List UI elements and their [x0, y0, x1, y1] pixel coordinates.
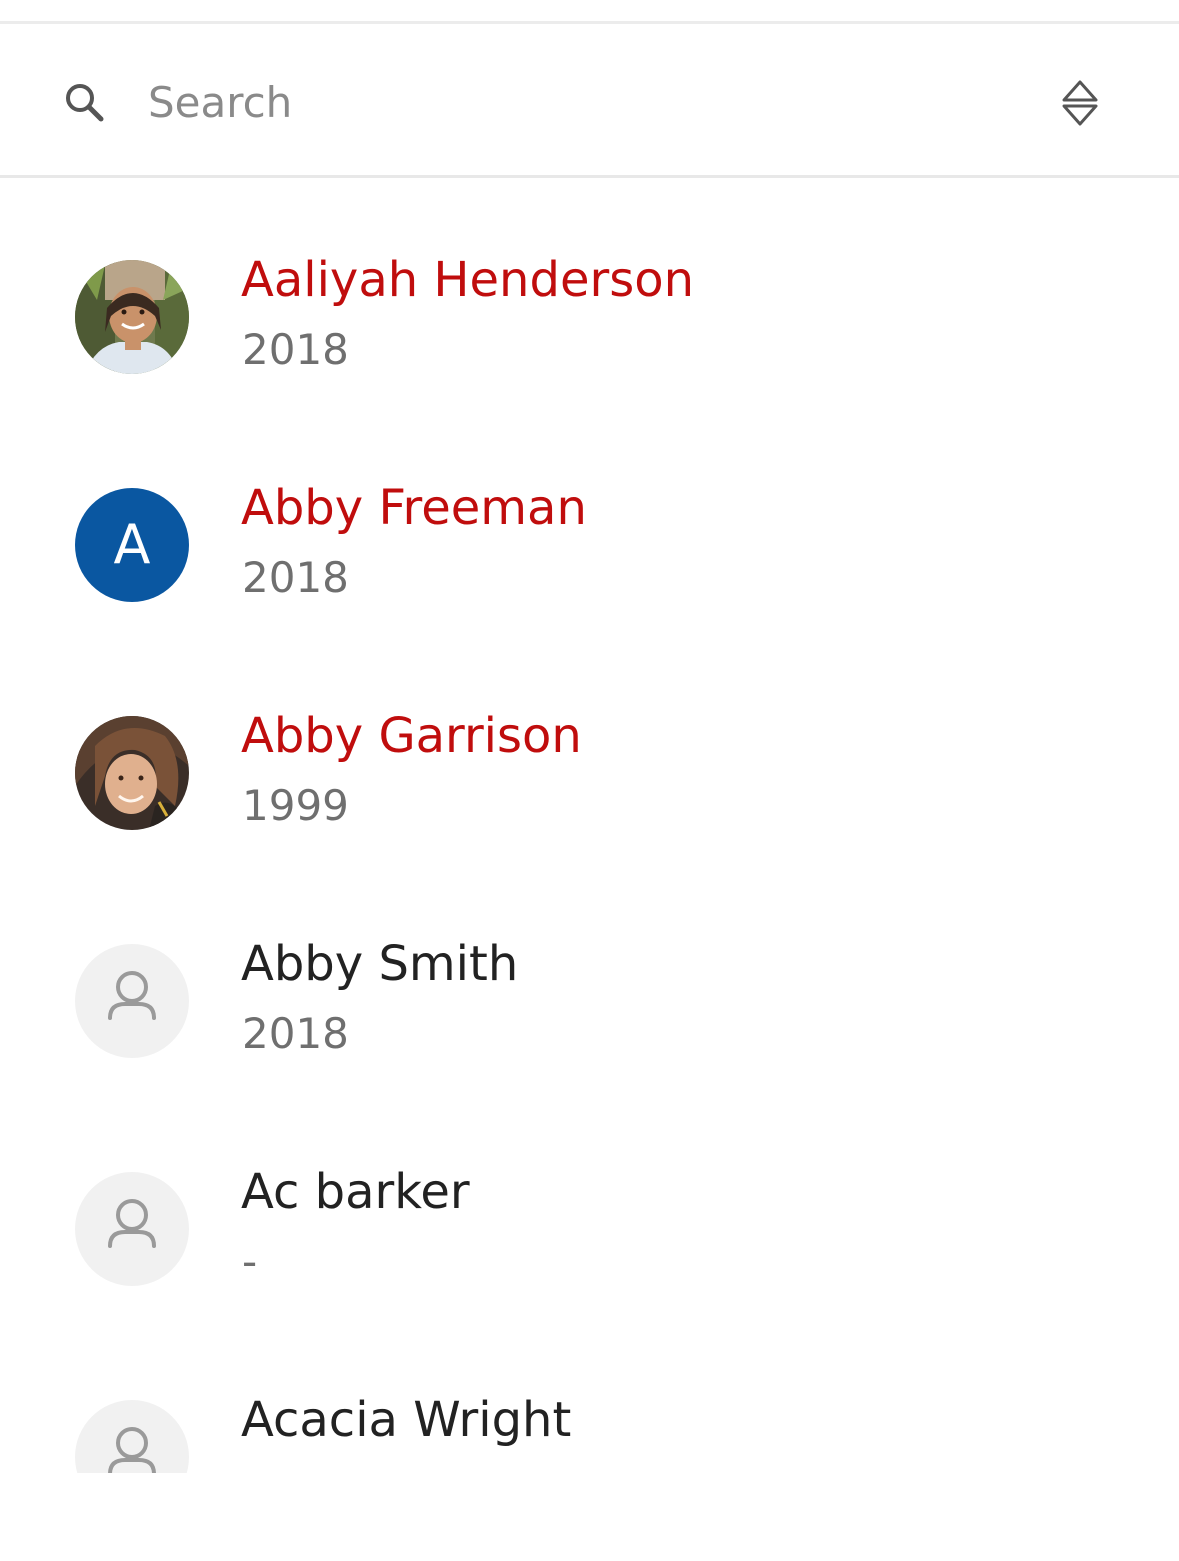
- person-icon: [108, 1199, 156, 1248]
- person-icon: [108, 971, 156, 1020]
- search-icon: [66, 84, 104, 122]
- avatar-placeholder: [75, 944, 189, 1058]
- contact-row[interactable]: Acacia Wright: [0, 1318, 1179, 1473]
- contact-name: Aaliyah Henderson: [241, 252, 694, 308]
- contact-year: 2018: [242, 1009, 349, 1058]
- person-icon: [108, 1427, 156, 1473]
- contact-row[interactable]: Ac barker -: [0, 1090, 1179, 1318]
- contact-list: Aaliyah Henderson 2018 A Abby Freeman 20…: [0, 178, 1179, 1473]
- contact-name: Abby Smith: [241, 936, 519, 992]
- contact-year: -: [242, 1237, 258, 1286]
- contact-row[interactable]: Aaliyah Henderson 2018: [0, 178, 1179, 406]
- search-input[interactable]: [148, 68, 1008, 136]
- search-bar: [0, 24, 1179, 178]
- top-divider: [0, 0, 1179, 24]
- avatar-placeholder: [75, 1400, 189, 1473]
- avatar-placeholder: [75, 1172, 189, 1286]
- contact-year: 2018: [242, 553, 349, 602]
- avatar-photo: [75, 716, 189, 830]
- contact-row[interactable]: Abby Smith 2018: [0, 862, 1179, 1090]
- avatar-initial: A: [75, 488, 189, 602]
- contact-name: Abby Garrison: [241, 708, 582, 764]
- contact-year: 1999: [242, 781, 349, 830]
- avatar-photo: [75, 260, 189, 374]
- contact-year: 2018: [242, 325, 349, 374]
- contact-name: Abby Freeman: [241, 480, 587, 536]
- sort-icon[interactable]: [1058, 78, 1102, 128]
- contact-row[interactable]: A Abby Freeman 2018: [0, 406, 1179, 634]
- contact-name: Acacia Wright: [241, 1392, 572, 1448]
- contact-row[interactable]: Abby Garrison 1999: [0, 634, 1179, 862]
- contact-name: Ac barker: [241, 1164, 470, 1220]
